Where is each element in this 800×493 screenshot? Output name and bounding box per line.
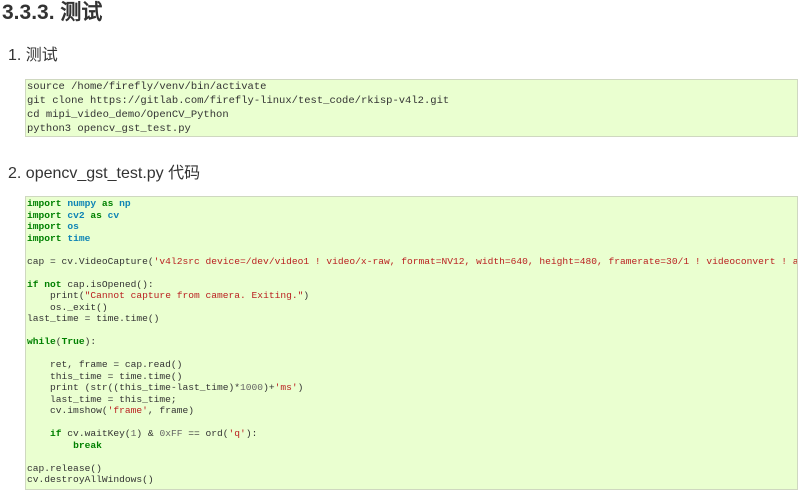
step-1-label: 1. 测试 — [8, 47, 58, 64]
code-line: import numpy as np — [27, 198, 131, 209]
code-line: import cv2 as cv — [27, 209, 120, 221]
code-line: cv.imshow('frame', frame) — [27, 405, 194, 416]
python-code-block: import numpy as np import cv2 as cv import… — [25, 196, 798, 490]
code-line: os._exit() — [27, 301, 108, 313]
code-line: source /home/firefly/venv/bin/activate — [27, 81, 267, 93]
code-line: while(True): — [27, 336, 97, 347]
code-line: cv.destroyAllWindows() — [27, 474, 154, 485]
code-line: this_time = time.time() — [27, 370, 183, 382]
code-line: import os — [27, 221, 79, 232]
code-line: if cv.waitKey(1) & 0xFF == ord('q'): — [50, 428, 258, 439]
code-line: last_time = time.time() — [27, 313, 160, 324]
code-line: git clone https://gitlab.com/firefly-lin… — [27, 94, 450, 107]
code-line: print("Cannot capture from camera. Exiti… — [50, 290, 310, 301]
code-line: python3 opencv_gst_test.py — [27, 122, 191, 135]
code-line: cap = cv.VideoCapture('v4l2src device=/d… — [27, 255, 798, 267]
code-line: cap.release() — [27, 462, 102, 474]
section-title: 3.3.3. 测试 — [2, 1, 103, 24]
shell-code-block: source /home/firefly/venv/bin/activate g… — [25, 79, 798, 137]
code-line: last_time = this_time; — [27, 393, 177, 405]
code-line: ret, frame = cap.read() — [27, 359, 183, 370]
code-line: break — [73, 439, 102, 451]
code-line: import time — [27, 232, 91, 244]
code-line: if not cap.isOpened(): — [27, 278, 154, 290]
code-line: print (str((this_time-last_time)*1000)+'… — [50, 382, 304, 393]
step-2-label: 2. opencv_gst_test.py 代码 — [8, 165, 201, 182]
code-line: cd mipi_video_demo/OpenCV_Python — [27, 108, 229, 121]
